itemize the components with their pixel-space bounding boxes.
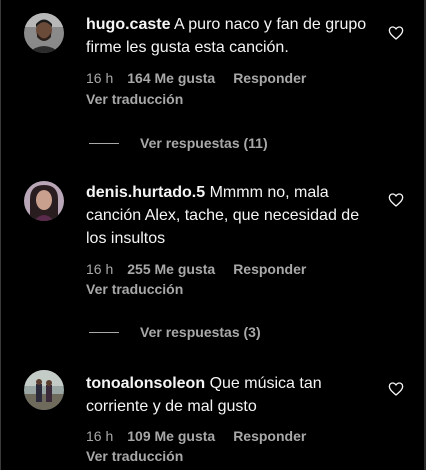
user-avatar-man-icon xyxy=(24,13,64,53)
window-edge-left xyxy=(0,0,1,470)
comment-time: 16 h xyxy=(86,261,114,277)
comment-meta: 16 h 109 Me gusta Responder xyxy=(86,428,306,444)
replies-divider-line xyxy=(89,331,119,333)
comment-username[interactable]: tonoalonsoleon xyxy=(86,375,205,392)
like-heart-icon[interactable] xyxy=(388,192,404,208)
likes-count[interactable]: 109 Me gusta xyxy=(127,428,215,444)
comment-meta: 16 h 164 Me gusta Responder xyxy=(86,70,306,86)
user-avatar-woman-icon xyxy=(24,181,64,221)
like-heart-icon[interactable] xyxy=(388,25,404,41)
see-translation-link[interactable]: Ver traducción xyxy=(86,448,183,464)
replies-divider-line xyxy=(89,142,119,144)
avatar[interactable] xyxy=(24,370,64,410)
see-translation-link[interactable]: Ver traducción xyxy=(86,91,183,107)
comment-username[interactable]: denis.hurtado.5 xyxy=(86,184,205,201)
like-heart-icon[interactable] xyxy=(388,381,404,397)
reply-button[interactable]: Responder xyxy=(233,428,306,444)
comment-time: 16 h xyxy=(86,70,114,86)
view-replies-button[interactable]: Ver respuestas (3) xyxy=(89,322,261,342)
avatar[interactable] xyxy=(24,181,64,221)
comment-time: 16 h xyxy=(86,428,114,444)
reply-button[interactable]: Responder xyxy=(233,261,306,277)
comment-body: tonoalonsoleon Que música tan corriente … xyxy=(86,372,376,418)
likes-count[interactable]: 164 Me gusta xyxy=(127,70,215,86)
comment-body: hugo.caste A puro naco y fan de grupo fi… xyxy=(86,13,376,59)
avatar[interactable] xyxy=(24,13,64,53)
comment-username[interactable]: hugo.caste xyxy=(86,16,170,33)
view-replies-label: Ver respuestas (3) xyxy=(140,324,261,340)
see-translation-link[interactable]: Ver traducción xyxy=(86,281,183,297)
view-replies-label: Ver respuestas (11) xyxy=(140,135,268,151)
comment-meta: 16 h 255 Me gusta Responder xyxy=(86,261,306,277)
comment-body: denis.hurtado.5 Mmmm no, mala canción Al… xyxy=(86,181,376,250)
view-replies-button[interactable]: Ver respuestas (11) xyxy=(89,133,268,153)
likes-count[interactable]: 255 Me gusta xyxy=(127,261,215,277)
user-avatar-outdoor-icon xyxy=(24,370,64,410)
reply-button[interactable]: Responder xyxy=(233,70,306,86)
